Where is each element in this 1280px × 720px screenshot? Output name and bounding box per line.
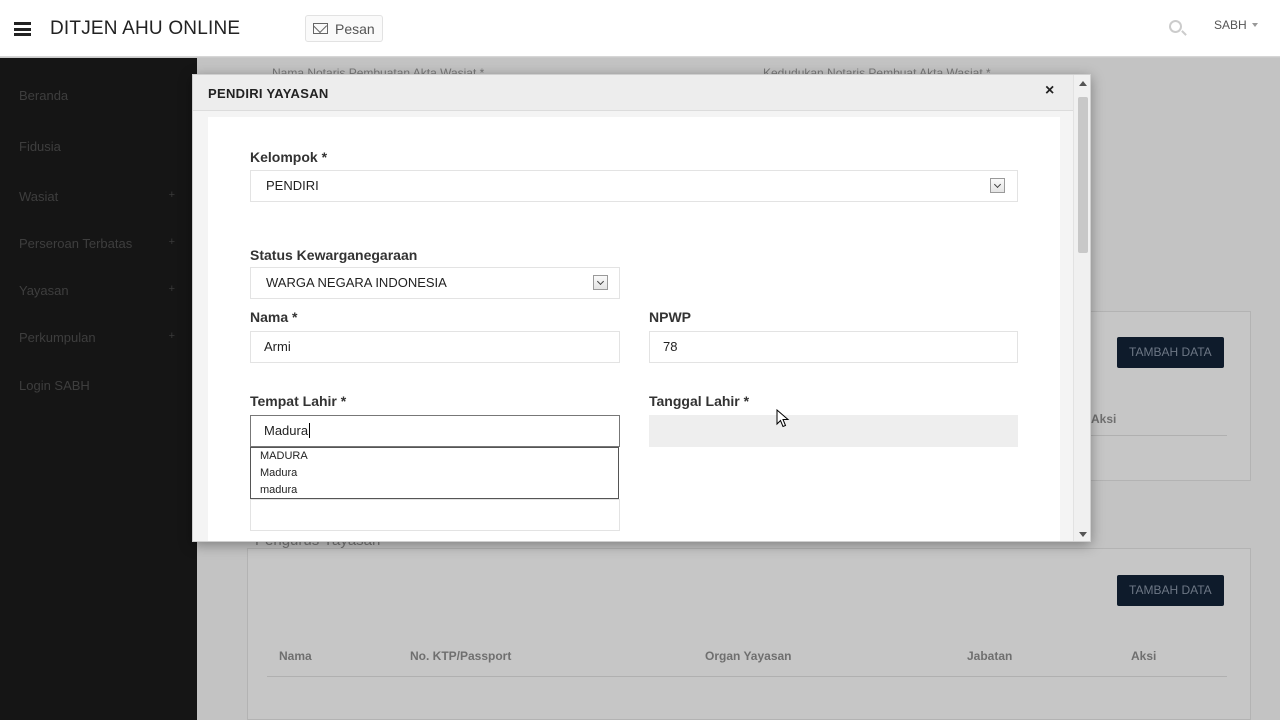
user-label: SABH bbox=[1214, 18, 1247, 32]
brand-title[interactable]: DITJEN AHU ONLINE bbox=[50, 18, 240, 40]
expand-icon: + bbox=[168, 189, 175, 201]
autocomplete-option[interactable]: MADURA bbox=[251, 448, 618, 465]
mouse-pointer-icon bbox=[776, 409, 790, 428]
nama-label: Nama * bbox=[250, 309, 298, 325]
scroll-thumb[interactable] bbox=[1078, 97, 1088, 253]
envelope-icon bbox=[313, 23, 328, 34]
modal-header: PENDIRI YAYASAN × bbox=[193, 75, 1073, 111]
sidebar-item-label: Login SABH bbox=[19, 378, 90, 393]
caret-down-icon bbox=[1251, 23, 1258, 27]
sidebar-item-fidusia[interactable]: Fidusia bbox=[19, 139, 179, 154]
next-field-input[interactable] bbox=[250, 499, 620, 531]
hamburger-menu-icon[interactable] bbox=[14, 22, 31, 36]
chevron-down-icon[interactable] bbox=[593, 275, 608, 290]
sidebar-item-beranda[interactable]: Beranda bbox=[19, 88, 179, 103]
tambah-data-button-pendiri[interactable]: TAMBAH DATA bbox=[1117, 337, 1224, 368]
autocomplete-option[interactable]: madura bbox=[251, 482, 618, 499]
sidebar-item-label: Wasiat bbox=[19, 189, 59, 204]
search-icon[interactable] bbox=[1169, 20, 1182, 33]
chevron-down-icon[interactable] bbox=[990, 178, 1005, 193]
expand-icon: + bbox=[168, 283, 175, 295]
sidebar-item-label: Fidusia bbox=[19, 139, 61, 154]
kelompok-value: PENDIRI bbox=[266, 178, 319, 193]
sidebar-item-yayasan[interactable]: Yayasan + bbox=[19, 283, 179, 298]
sidebar-item-login-sabh[interactable]: Login SABH bbox=[19, 378, 179, 393]
sidebar-item-label: Beranda bbox=[19, 88, 69, 103]
text-caret bbox=[309, 423, 311, 438]
pesan-label: Pesan bbox=[335, 20, 375, 37]
column-header-organ: Organ Yayasan bbox=[705, 649, 792, 663]
column-header-nama: Nama bbox=[279, 649, 312, 663]
column-header-aksi: Aksi bbox=[1131, 649, 1157, 663]
scroll-down-icon[interactable] bbox=[1079, 532, 1087, 537]
tanggal-lahir-input[interactable] bbox=[649, 415, 1018, 447]
sidebar-item-label: Perkumpulan bbox=[19, 330, 96, 345]
nama-input[interactable]: Armi bbox=[250, 331, 620, 363]
kelompok-select[interactable]: PENDIRI bbox=[250, 170, 1018, 202]
sidebar-item-perkumpulan[interactable]: Perkumpulan + bbox=[19, 330, 179, 345]
top-navbar: DITJEN AHU ONLINE Pesan SABH bbox=[0, 0, 1280, 57]
tempat-lahir-autocomplete: MADURA Madura madura bbox=[250, 447, 619, 499]
sidebar-item-wasiat[interactable]: Wasiat + bbox=[19, 189, 179, 204]
autocomplete-option[interactable]: Madura bbox=[251, 465, 618, 482]
sidebar-item-label: Yayasan bbox=[19, 283, 69, 298]
status-kewarganegaraan-value: WARGA NEGARA INDONESIA bbox=[266, 275, 447, 290]
table-divider bbox=[1077, 435, 1227, 436]
close-icon[interactable]: × bbox=[1045, 83, 1054, 99]
sidebar-item-label: Perseroan Terbatas bbox=[19, 236, 133, 251]
pengurus-panel bbox=[247, 548, 1251, 720]
pendiri-yayasan-modal: PENDIRI YAYASAN × Kelompok * PENDIRI Sta… bbox=[192, 74, 1091, 542]
modal-scrollbar[interactable] bbox=[1073, 75, 1090, 541]
column-header-jabatan: Jabatan bbox=[967, 649, 1013, 663]
tambah-data-button-pengurus[interactable]: TAMBAH DATA bbox=[1117, 575, 1224, 606]
expand-icon: + bbox=[168, 330, 175, 342]
npwp-label: NPWP bbox=[649, 309, 691, 325]
sidebar-item-perseroan-terbatas[interactable]: Perseroan Terbatas + bbox=[19, 236, 179, 251]
status-kewarganegaraan-label: Status Kewarganegaraan bbox=[250, 247, 418, 263]
tempat-lahir-value: Madura bbox=[264, 423, 309, 438]
npwp-input[interactable]: 78 bbox=[649, 331, 1018, 363]
user-menu[interactable]: SABH bbox=[1214, 18, 1258, 32]
tempat-lahir-input[interactable]: Madura bbox=[250, 415, 620, 447]
pesan-button[interactable]: Pesan bbox=[305, 15, 383, 42]
kelompok-label: Kelompok * bbox=[250, 149, 328, 165]
modal-title: PENDIRI YAYASAN bbox=[208, 86, 329, 101]
aksi-header: Aksi bbox=[1091, 412, 1117, 426]
scroll-up-icon[interactable] bbox=[1079, 81, 1087, 86]
column-header-ktp: No. KTP/Passport bbox=[410, 649, 512, 663]
sidebar: Beranda Fidusia Wasiat + Perseroan Terbat… bbox=[0, 58, 197, 720]
table-divider bbox=[267, 676, 1227, 677]
tanggal-lahir-label: Tanggal Lahir * bbox=[649, 393, 750, 409]
status-kewarganegaraan-select[interactable]: WARGA NEGARA INDONESIA bbox=[250, 267, 620, 299]
tempat-lahir-label: Tempat Lahir * bbox=[250, 393, 347, 409]
expand-icon: + bbox=[168, 236, 175, 248]
